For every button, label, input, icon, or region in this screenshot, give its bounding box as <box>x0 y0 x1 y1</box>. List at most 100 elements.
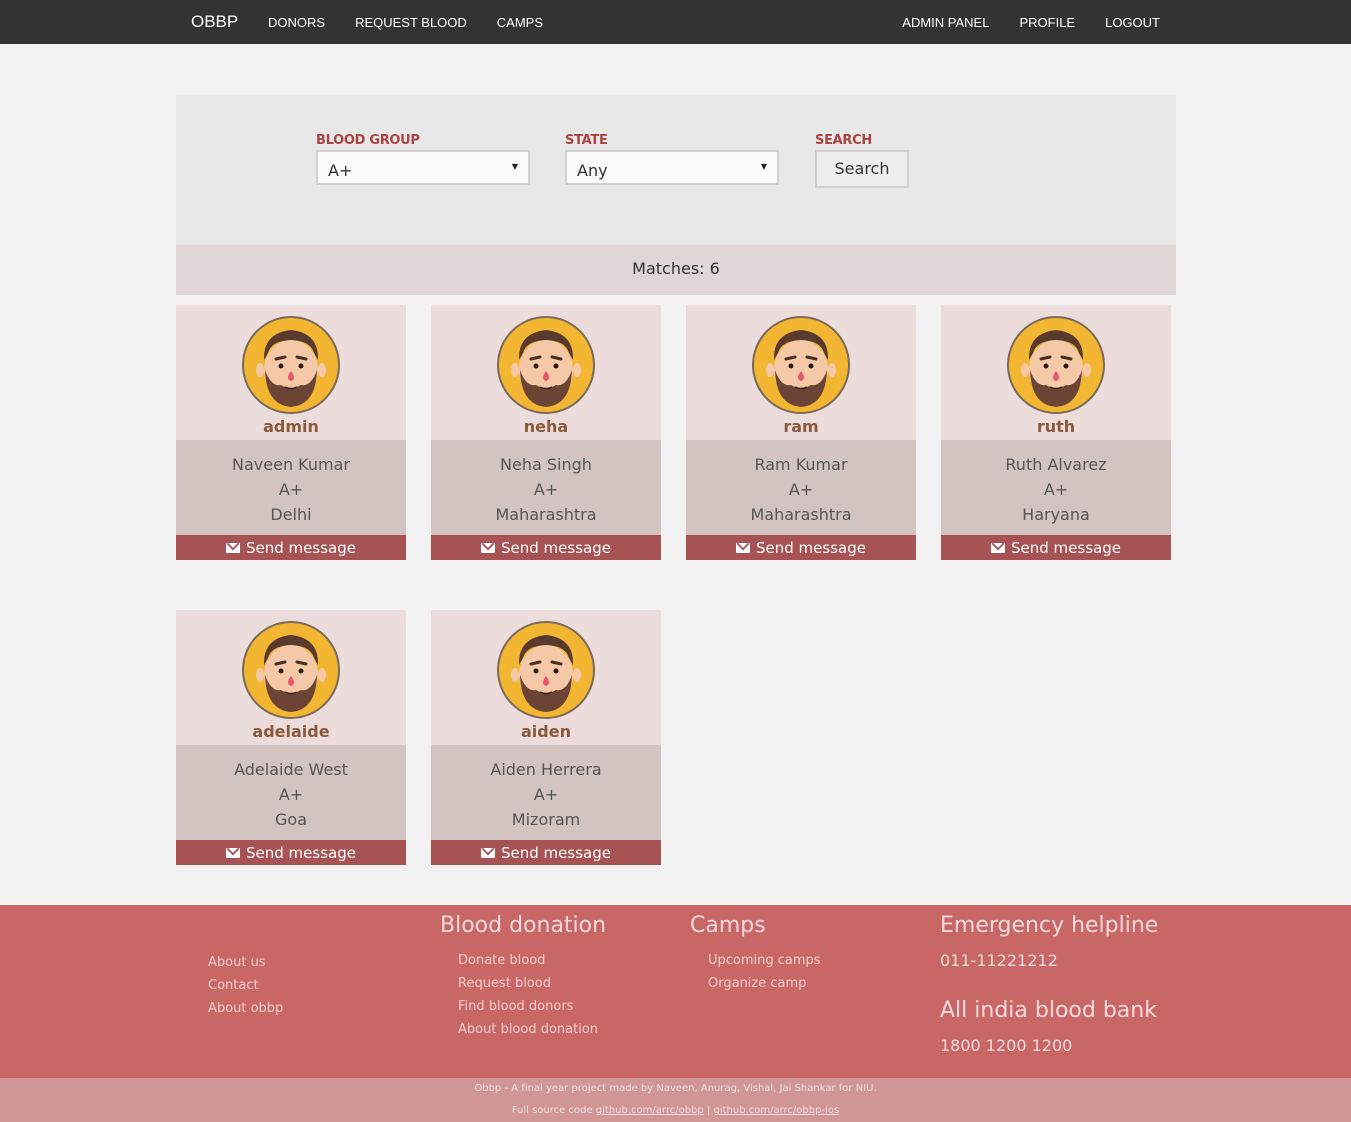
donor-card: neha Neha Singh A+ Maharashtra Send mess… <box>431 305 661 560</box>
send-message-button[interactable]: Send message <box>176 840 406 865</box>
footer-link-about-donation[interactable]: About blood donation <box>458 1018 598 1041</box>
donor-blood-group: A+ <box>533 785 559 804</box>
donor-name: Ram Kumar <box>754 455 848 474</box>
blood-group-label: BLOOD GROUP <box>316 133 420 148</box>
avatar <box>496 315 596 415</box>
brand-logo[interactable]: OBBP <box>191 12 238 32</box>
matches-count: Matches: 6 <box>176 245 1176 295</box>
state-select[interactable]: Any ▼ <box>565 150 779 185</box>
footer-link-donate-blood[interactable]: Donate blood <box>458 949 598 972</box>
footer-camps-title: Camps <box>690 913 766 938</box>
donor-username[interactable]: adelaide <box>176 722 406 741</box>
source-link-web[interactable]: github.com/arrc/obbp <box>596 1105 704 1116</box>
envelope-icon <box>736 543 751 553</box>
footer-helpline-number: 011-11221212 <box>940 951 1058 970</box>
donor-blood-group: A+ <box>1043 480 1069 499</box>
nav-right: ADMIN PANEL PROFILE LOGOUT <box>872 15 1160 30</box>
search-panel: BLOOD GROUP A+ ▼ STATE Any ▼ SEARCH Sear… <box>176 95 1176 245</box>
donor-name: Ruth Alvarez <box>1005 455 1107 474</box>
nav-camps[interactable]: CAMPS <box>497 15 543 30</box>
footer-link-request-blood[interactable]: Request blood <box>458 972 598 995</box>
donor-blood-group: A+ <box>278 785 304 804</box>
source-prefix: Full source code <box>511 1105 593 1116</box>
send-message-label: Send message <box>756 539 866 557</box>
donor-username[interactable]: admin <box>176 417 406 436</box>
donor-blood-group: A+ <box>788 480 814 499</box>
state-field: STATE Any ▼ <box>565 133 779 185</box>
send-message-label: Send message <box>1011 539 1121 557</box>
search-field: SEARCH Search <box>815 133 909 188</box>
search-button[interactable]: Search <box>815 150 909 188</box>
send-message-label: Send message <box>246 539 356 557</box>
donor-card-header: ram <box>686 305 916 440</box>
nav-admin-panel[interactable]: ADMIN PANEL <box>902 15 989 30</box>
source-line: Full source code github.com/arrc/obbp | … <box>0 1100 1351 1122</box>
send-message-button[interactable]: Send message <box>941 535 1171 560</box>
state-value: Any <box>577 161 608 180</box>
send-message-label: Send message <box>501 844 611 862</box>
donor-state: Mizoram <box>511 810 581 829</box>
source-link-ios[interactable]: github.com/arrc/obbp-ios <box>714 1105 840 1116</box>
footer-link-about-obbp[interactable]: About obbp <box>208 997 283 1020</box>
donor-card-header: aiden <box>431 610 661 745</box>
avatar <box>751 315 851 415</box>
send-message-button[interactable]: Send message <box>686 535 916 560</box>
donor-info: Ram Kumar A+ Maharashtra <box>686 440 916 535</box>
footer-link-upcoming-camps[interactable]: Upcoming camps <box>708 949 821 972</box>
blood-group-value: A+ <box>328 161 353 180</box>
donor-blood-group: A+ <box>533 480 559 499</box>
nav-donors[interactable]: DONORS <box>268 15 325 30</box>
footer-bloodbank-title: All india blood bank <box>940 998 1157 1023</box>
donor-card-header: admin <box>176 305 406 440</box>
nav-request-blood[interactable]: REQUEST BLOOD <box>355 15 467 30</box>
donor-state: Maharashtra <box>750 505 852 524</box>
top-navbar: OBBP DONORS REQUEST BLOOD CAMPS ADMIN PA… <box>0 0 1351 44</box>
donor-card: ruth Ruth Alvarez A+ Haryana Send messag… <box>941 305 1171 560</box>
donor-name: Neha Singh <box>500 455 592 474</box>
footer-link-contact[interactable]: Contact <box>208 974 283 997</box>
donor-info: Neha Singh A+ Maharashtra <box>431 440 661 535</box>
donor-card: admin Naveen Kumar A+ Delhi Send message <box>176 305 406 560</box>
donor-info: Naveen Kumar A+ Delhi <box>176 440 406 535</box>
donor-info: Aiden Herrera A+ Mizoram <box>431 745 661 840</box>
footer-link-about-us[interactable]: About us <box>208 951 283 974</box>
donor-card-header: neha <box>431 305 661 440</box>
footer-bloodbank-number: 1800 1200 1200 <box>940 1036 1073 1055</box>
footer-about-links: About us Contact About obbp <box>208 951 283 1020</box>
dropdown-caret-icon: ▼ <box>760 162 767 171</box>
nav-logout[interactable]: LOGOUT <box>1105 15 1160 30</box>
send-message-button[interactable]: Send message <box>431 840 661 865</box>
footer-link-find-donors[interactable]: Find blood donors <box>458 995 598 1018</box>
send-message-button[interactable]: Send message <box>176 535 406 560</box>
send-message-label: Send message <box>501 539 611 557</box>
envelope-icon <box>481 848 496 858</box>
donor-card: ram Ram Kumar A+ Maharashtra Send messag… <box>686 305 916 560</box>
source-separator: | <box>706 1105 711 1116</box>
donor-username[interactable]: neha <box>431 417 661 436</box>
donor-state: Haryana <box>1022 505 1090 524</box>
credits-bar: Obbp - A final year project made by Nave… <box>0 1078 1351 1122</box>
envelope-icon <box>481 543 496 553</box>
send-message-label: Send message <box>246 844 356 862</box>
donor-card: adelaide Adelaide West A+ Goa Send messa… <box>176 610 406 865</box>
send-message-button[interactable]: Send message <box>431 535 661 560</box>
donor-blood-group: A+ <box>278 480 304 499</box>
envelope-icon <box>991 543 1006 553</box>
nav-profile[interactable]: PROFILE <box>1019 15 1075 30</box>
donor-username[interactable]: ruth <box>941 417 1171 436</box>
donor-card: aiden Aiden Herrera A+ Mizoram Send mess… <box>431 610 661 865</box>
donor-name: Aiden Herrera <box>490 760 602 779</box>
footer-donation-title: Blood donation <box>440 913 607 938</box>
avatar <box>241 315 341 415</box>
donor-name: Naveen Kumar <box>232 455 350 474</box>
blood-group-select[interactable]: A+ ▼ <box>316 150 530 185</box>
donor-username[interactable]: aiden <box>431 722 661 741</box>
donor-username[interactable]: ram <box>686 417 916 436</box>
avatar <box>496 620 596 720</box>
footer: About us Contact About obbp Blood donati… <box>0 905 1351 1078</box>
avatar <box>1006 315 1106 415</box>
state-label: STATE <box>565 133 608 148</box>
donor-info: Ruth Alvarez A+ Haryana <box>941 440 1171 535</box>
footer-link-organize-camp[interactable]: Organize camp <box>708 972 821 995</box>
footer-helpline-title: Emergency helpline <box>940 913 1159 938</box>
